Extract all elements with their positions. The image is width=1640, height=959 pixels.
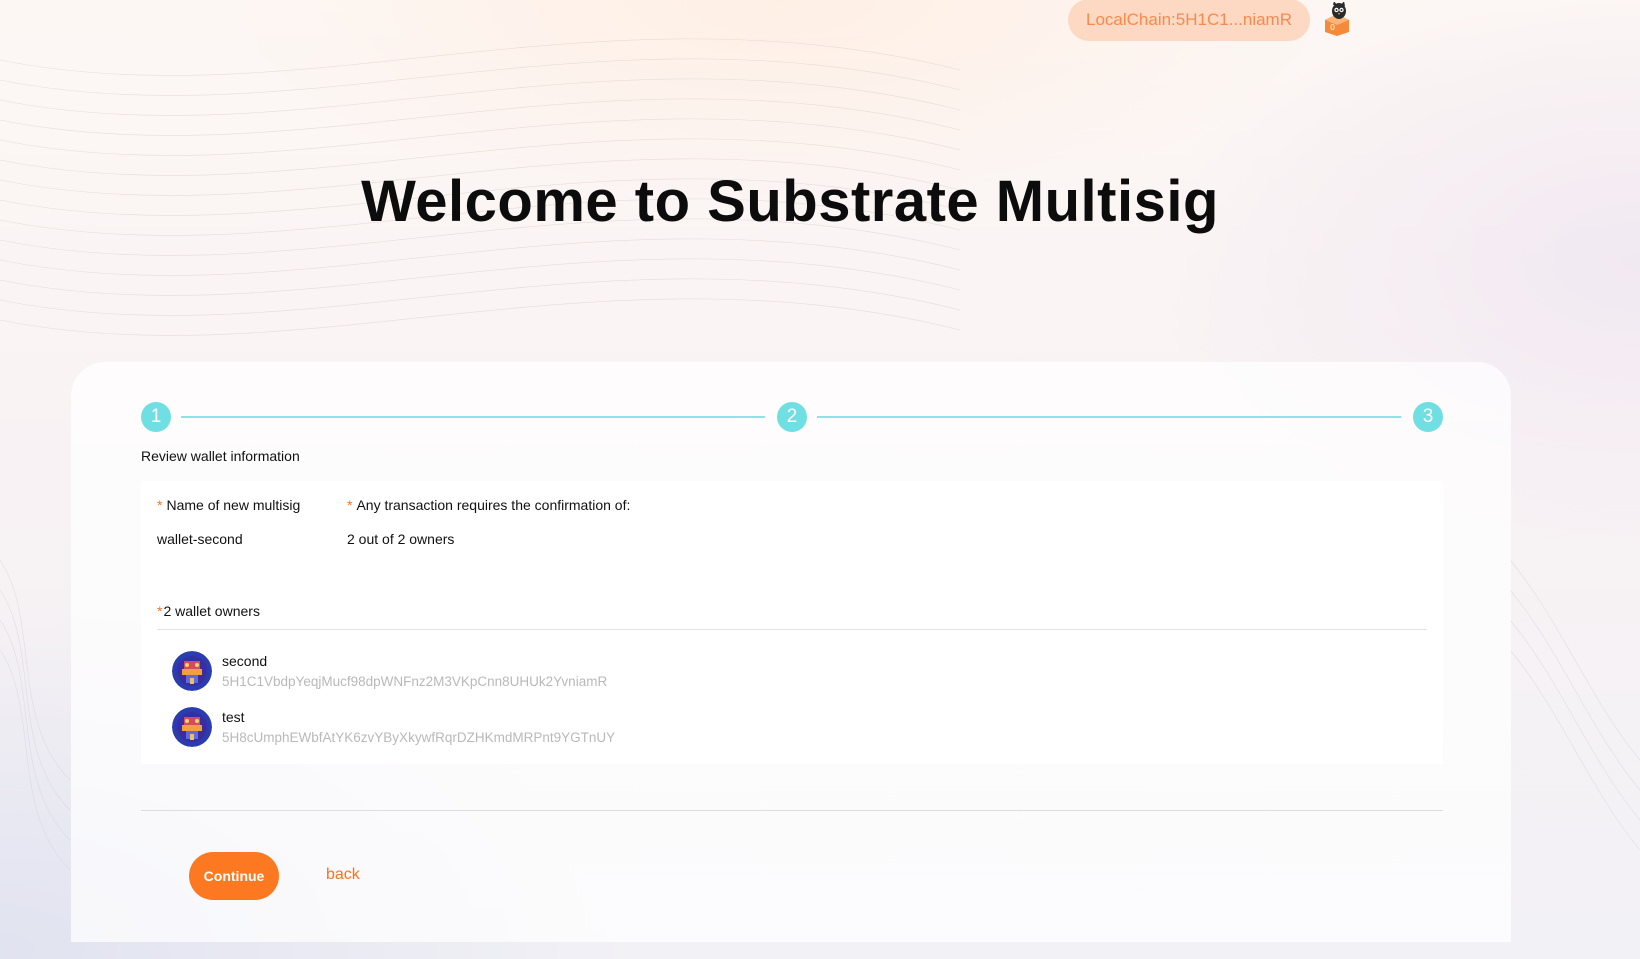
owner-address: 5H8cUmphEWbfAtYK6zvYByXkywfRqrDZHKmdMRPn… xyxy=(222,730,616,745)
page-title: Welcome to Substrate Multisig xyxy=(361,169,1219,234)
step-connector-1 xyxy=(181,416,765,418)
progress-stepper: 1 2 3 xyxy=(141,402,1443,432)
step-connector-2 xyxy=(817,416,1401,418)
continue-button[interactable]: Continue xyxy=(189,852,279,900)
owner-list-item: test 5H8cUmphEWbfAtYK6zvYByXkywfRqrDZHKm… xyxy=(172,707,972,749)
chain-account-label: LocalChain:5H1C1...niamR xyxy=(1086,10,1292,29)
owner-name: second xyxy=(222,653,268,669)
required-mark: * xyxy=(157,497,163,513)
back-link[interactable]: back xyxy=(326,866,360,884)
required-mark: * xyxy=(157,603,163,619)
footer-divider xyxy=(141,810,1443,811)
svg-text:0: 0 xyxy=(1330,23,1335,32)
wallet-owners-label: *2 wallet owners xyxy=(157,603,260,619)
step-1-indicator: 1 xyxy=(141,402,171,432)
owner-list-item: second 5H1C1VbdpYeqjMucf98dpWNFnz2M3VKpC… xyxy=(172,651,972,693)
required-mark: * xyxy=(347,497,353,513)
polkadot-extension-icon[interactable]: 0 xyxy=(1322,1,1352,36)
create-wallet-card: 1 2 3 Review wallet information * Name of… xyxy=(71,362,1511,942)
owner-name: test xyxy=(222,709,245,725)
top-bar: LocalChain:5H1C1...niamR 0 xyxy=(1068,0,1352,41)
identicon-avatar xyxy=(172,651,212,691)
chain-account-selector[interactable]: LocalChain:5H1C1...niamR xyxy=(1068,0,1310,41)
step-3-indicator: 3 xyxy=(1413,402,1443,432)
owners-divider xyxy=(157,629,1427,630)
threshold-label: * Any transaction requires the confirmati… xyxy=(347,497,631,513)
step-caption: Review wallet information xyxy=(141,448,300,464)
step-2-indicator: 2 xyxy=(777,402,807,432)
multisig-name-label: * Name of new multisig xyxy=(157,497,301,513)
identicon-avatar xyxy=(172,707,212,747)
multisig-name-value: wallet-second xyxy=(157,531,243,547)
owner-address: 5H1C1VbdpYeqjMucf98dpWNFnz2M3VKpCnn8UHUk… xyxy=(222,674,608,689)
threshold-value: 2 out of 2 owners xyxy=(347,531,455,547)
wallet-review-panel: * Name of new multisig wallet-second * Any… xyxy=(141,481,1443,764)
